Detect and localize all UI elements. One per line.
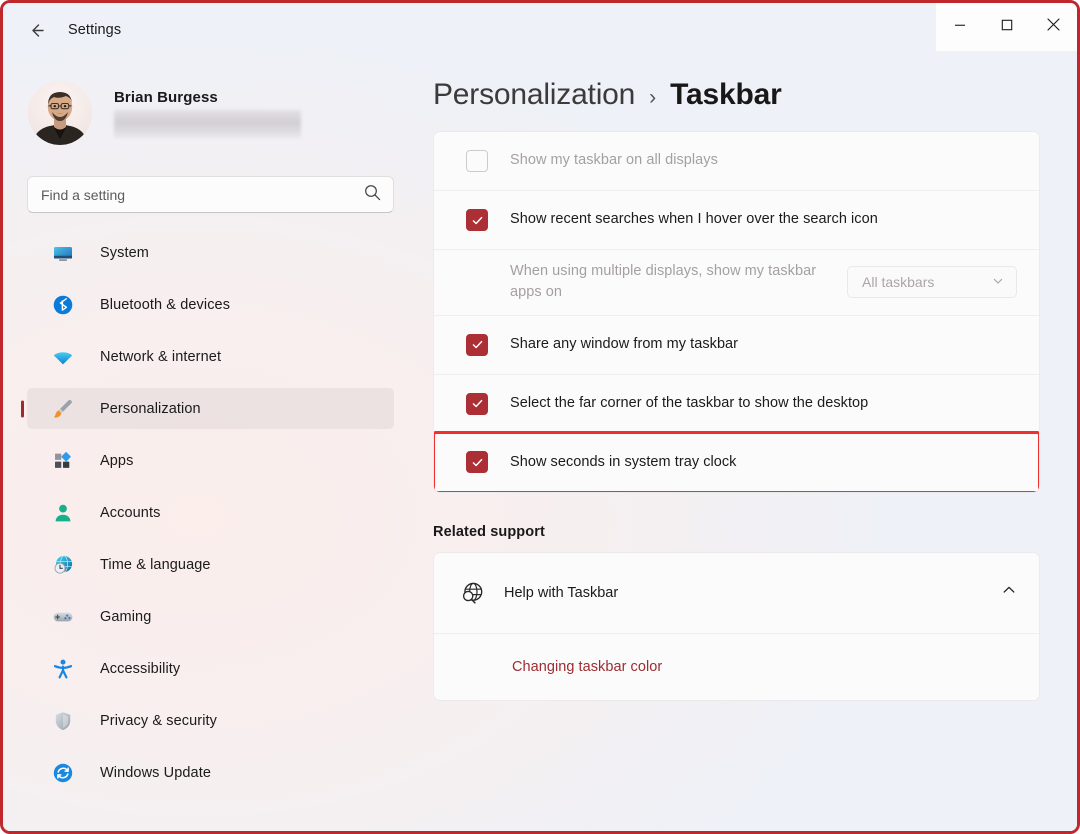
sidebar-item-label: Privacy & security xyxy=(100,712,218,729)
dropdown-taskbar-apps-on[interactable]: All taskbars xyxy=(847,266,1017,299)
search-input[interactable] xyxy=(41,186,358,203)
paintbrush-icon xyxy=(51,397,75,421)
setting-label: When using multiple displays, show my ta… xyxy=(510,263,817,301)
close-button[interactable] xyxy=(1030,3,1077,51)
related-support-card: Help with Taskbar Changing taskbar color xyxy=(433,551,1040,701)
help-with-taskbar-row[interactable]: Help with Taskbar xyxy=(434,553,1039,634)
setting-label: Share any window from my taskbar xyxy=(510,336,739,353)
support-link-changing-taskbar-color[interactable]: Changing taskbar color xyxy=(512,659,662,675)
accessibility-icon xyxy=(51,657,75,681)
related-support-title: Related support xyxy=(433,523,545,540)
close-icon xyxy=(1047,18,1060,36)
checkbox-show-seconds-system-tray-clock[interactable] xyxy=(466,451,488,474)
sidebar-item-privacy-security[interactable]: Privacy & security xyxy=(27,700,394,741)
sidebar-item-accounts[interactable]: Accounts xyxy=(27,492,394,533)
sidebar-item-system[interactable]: System xyxy=(27,232,394,273)
account-email-redacted xyxy=(114,109,301,138)
wifi-icon xyxy=(51,345,75,369)
sidebar-item-bluetooth-devices[interactable]: Bluetooth & devices xyxy=(27,284,394,325)
window-controls xyxy=(936,3,1077,51)
settings-window: Settings Brian Burgess Find a setting Sy… xyxy=(3,3,1077,831)
account-name: Brian Burgess xyxy=(114,88,218,106)
minimize-button[interactable] xyxy=(936,3,983,51)
setting-row-show-taskbar-all-displays[interactable]: Show my taskbar on all displays xyxy=(434,132,1039,191)
nav-list: System Bluetooth & devices Network & int… xyxy=(27,232,394,793)
dropdown-value: All taskbars xyxy=(862,274,935,291)
highlighted-setting-wrapper: Show seconds in system tray clock xyxy=(434,430,1039,492)
checkbox-show-taskbar-all-displays[interactable] xyxy=(466,150,488,172)
annotated-window-frame: Settings Brian Burgess Find a setting Sy… xyxy=(0,0,1080,834)
sidebar-item-label: Time & language xyxy=(100,556,211,573)
setting-row-show-recent-searches[interactable]: Show recent searches when I hover over t… xyxy=(434,191,1039,250)
setting-row-show-seconds-system-tray-clock[interactable]: Show seconds in system tray clock xyxy=(434,432,1039,492)
checkbox-far-corner-show-desktop[interactable] xyxy=(466,392,488,415)
clock-globe-icon xyxy=(51,553,75,577)
sidebar-item-label: System xyxy=(100,244,149,261)
setting-row-multiple-displays[interactable]: When using multiple displays, show my ta… xyxy=(434,250,1039,316)
page-title: Taskbar xyxy=(670,78,782,111)
support-link-row[interactable]: Changing taskbar color xyxy=(434,634,1039,700)
setting-label: Show recent searches when I hover over t… xyxy=(510,211,878,228)
setting-label: Select the far corner of the taskbar to … xyxy=(510,395,869,412)
sidebar: Brian Burgess Find a setting System Blue… xyxy=(3,57,418,831)
chevron-down-icon xyxy=(992,274,1004,290)
titlebar: Settings xyxy=(3,3,1077,57)
sidebar-item-time-language[interactable]: Time & language xyxy=(27,544,394,585)
apps-icon xyxy=(51,449,75,473)
account-block[interactable]: Brian Burgess xyxy=(27,81,394,145)
sidebar-item-accessibility[interactable]: Accessibility xyxy=(27,648,394,689)
person-icon xyxy=(51,501,75,525)
breadcrumb-separator: › xyxy=(649,86,657,109)
monitor-icon xyxy=(51,241,75,265)
taskbar-settings-card: Show my taskbar on all displays Show rec… xyxy=(433,131,1040,493)
bluetooth-icon xyxy=(51,293,75,317)
breadcrumb-parent[interactable]: Personalization xyxy=(433,78,635,112)
sidebar-item-apps[interactable]: Apps xyxy=(27,440,394,481)
sidebar-item-label: Gaming xyxy=(100,608,152,625)
account-text: Brian Burgess xyxy=(114,89,301,138)
sidebar-item-label: Network & internet xyxy=(100,348,222,365)
sidebar-item-gaming[interactable]: Gaming xyxy=(27,596,394,637)
minimize-icon xyxy=(954,18,966,36)
search-box[interactable] xyxy=(27,176,394,213)
sidebar-item-label: Personalization xyxy=(100,400,201,417)
maximize-button[interactable] xyxy=(983,3,1030,51)
sidebar-item-personalization[interactable]: Personalization xyxy=(27,388,394,429)
avatar xyxy=(28,81,92,145)
back-arrow-icon xyxy=(26,20,47,41)
back-button[interactable] xyxy=(19,13,53,47)
breadcrumb: Personalization › Taskbar xyxy=(433,78,1040,112)
search-icon xyxy=(364,184,381,206)
sidebar-item-label: Bluetooth & devices xyxy=(100,296,231,313)
sidebar-item-label: Apps xyxy=(100,452,134,469)
sidebar-item-network-internet[interactable]: Network & internet xyxy=(27,336,394,377)
update-icon xyxy=(51,761,75,785)
setting-row-far-corner-show-desktop[interactable]: Select the far corner of the taskbar to … xyxy=(434,375,1039,434)
sidebar-item-label: Accounts xyxy=(100,504,161,521)
help-with-taskbar-label: Help with Taskbar xyxy=(504,584,619,601)
content-pane: Personalization › Taskbar Show my taskba… xyxy=(418,57,1077,831)
maximize-icon xyxy=(1001,18,1013,36)
sidebar-item-label: Accessibility xyxy=(100,660,181,677)
sidebar-item-windows-update[interactable]: Windows Update xyxy=(27,752,394,793)
setting-label: Show my taskbar on all displays xyxy=(510,152,718,169)
setting-label: Show seconds in system tray clock xyxy=(510,453,737,470)
setting-row-share-any-window[interactable]: Share any window from my taskbar xyxy=(434,316,1039,375)
globe-search-icon xyxy=(458,579,488,607)
chevron-up-icon[interactable] xyxy=(1001,582,1017,603)
checkbox-show-recent-searches[interactable] xyxy=(466,209,488,231)
gamepad-icon xyxy=(51,605,75,629)
checkbox-share-any-window[interactable] xyxy=(466,333,488,356)
titlebar-title: Settings xyxy=(68,22,122,38)
shield-icon xyxy=(51,709,75,733)
sidebar-item-label: Windows Update xyxy=(100,764,212,781)
